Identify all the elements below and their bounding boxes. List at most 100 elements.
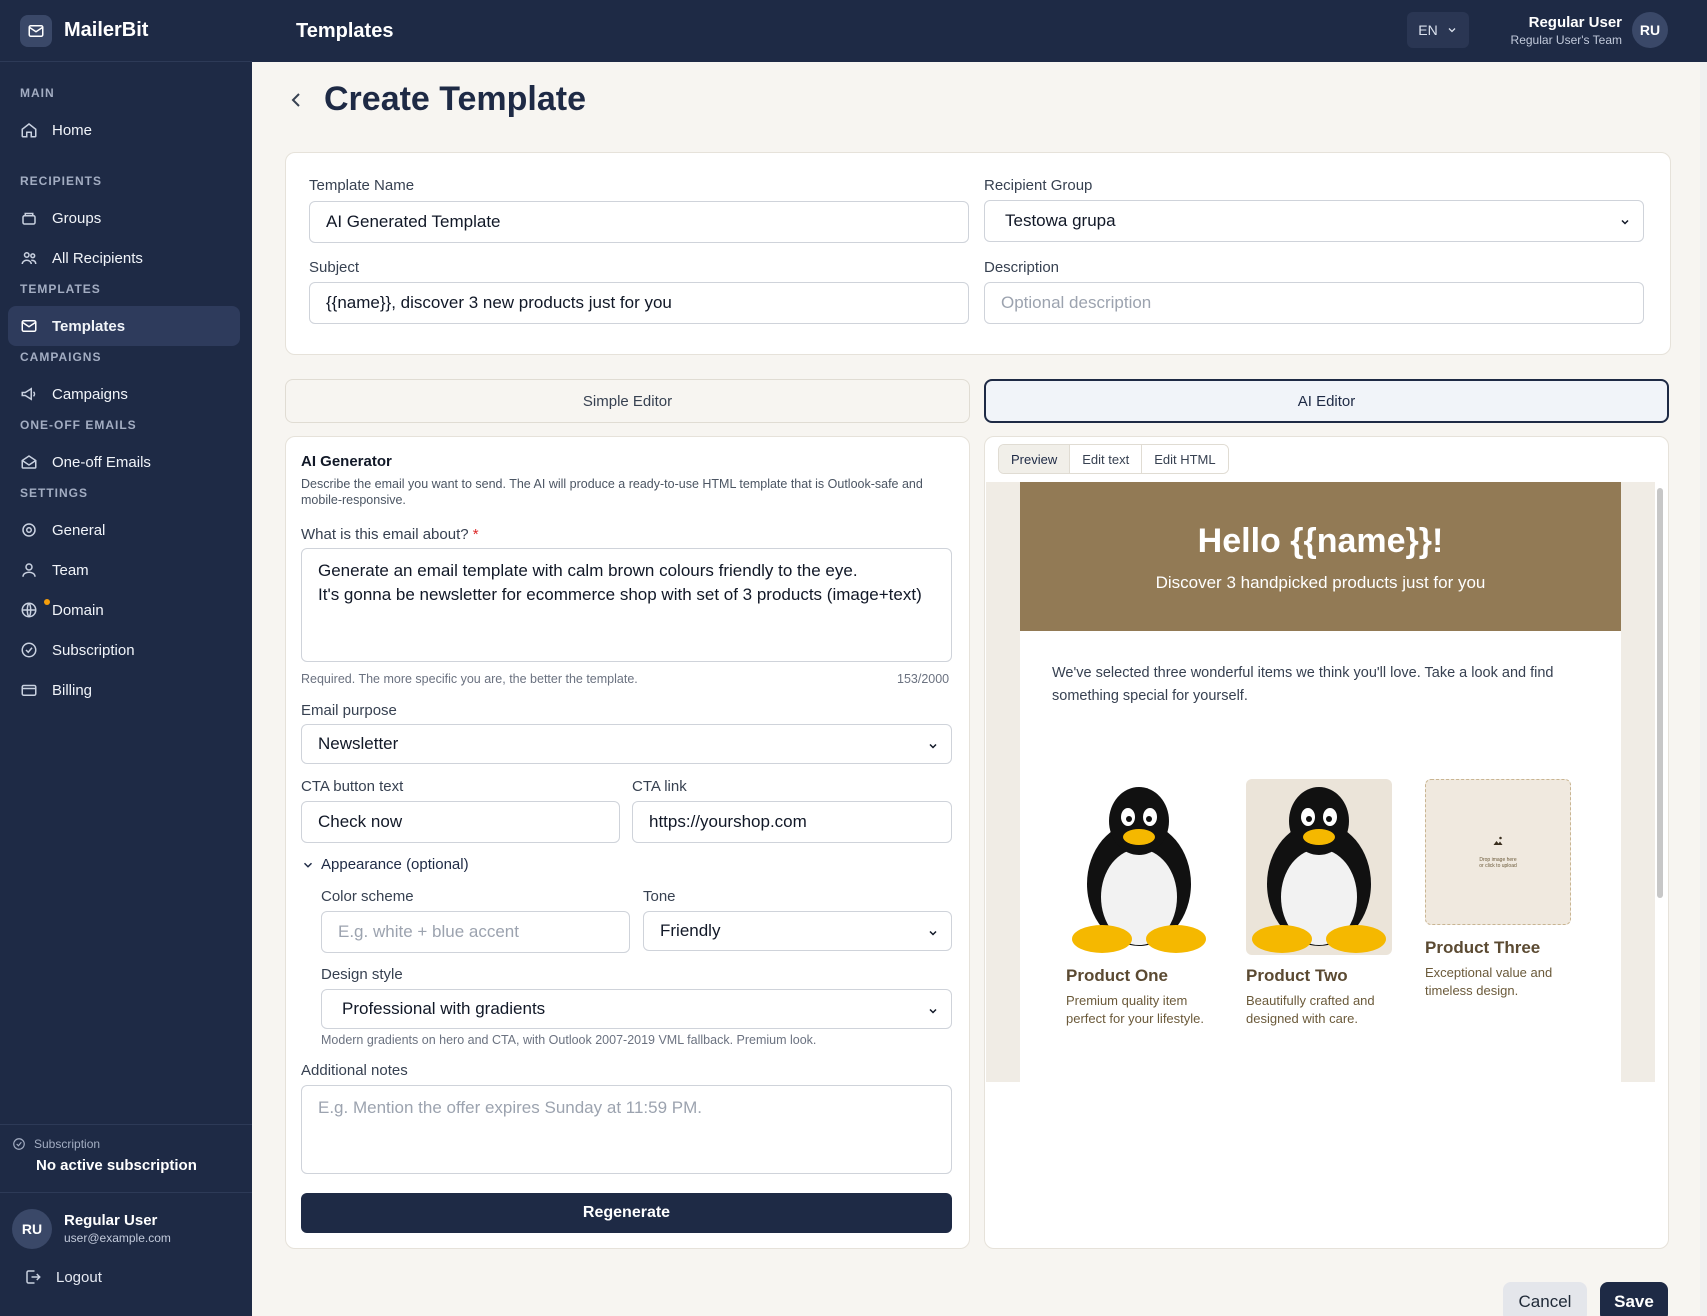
sidebar-item-label: Groups [52, 209, 102, 227]
about-textarea[interactable]: Generate an email template with calm bro… [301, 548, 952, 662]
sidebar-item-team[interactable]: Team [8, 550, 240, 590]
topbar-avatar[interactable]: RU [1632, 12, 1668, 48]
purpose-select[interactable]: Newsletter [301, 724, 952, 764]
sidebar-item-label: Billing [52, 681, 93, 699]
tone-select[interactable]: Friendly [643, 911, 952, 951]
chevron-down-icon [1621, 219, 1629, 225]
mail-open-icon [21, 455, 37, 469]
user-name: Regular User [64, 1212, 158, 1229]
product-name: Product One [1066, 966, 1169, 985]
sidebar-item-label: Subscription [52, 641, 135, 659]
back-button[interactable] [284, 88, 308, 112]
purpose-label: Email purpose [301, 702, 397, 719]
topbar-user-team: Regular User's Team [1510, 33, 1622, 47]
preview-scrollbar[interactable] [1655, 486, 1665, 1082]
avatar: RU [12, 1208, 52, 1249]
template-name-label: Template Name [309, 177, 415, 194]
appearance-toggle[interactable]: Appearance (optional) [301, 856, 469, 873]
chevron-down-icon [929, 743, 937, 749]
email-preview-frame: Hello {{name}}! Discover 3 handpicked pr… [986, 482, 1655, 1082]
gear-icon [22, 523, 36, 537]
check-circle-icon [13, 1138, 25, 1150]
sidebar-user[interactable]: RU Regular User user@example.com [0, 1192, 252, 1264]
cta-link-input[interactable]: https://yourshop.com [632, 801, 952, 843]
topbar-user[interactable]: Regular User Regular User's Team [1490, 14, 1622, 47]
globe-icon [21, 602, 37, 618]
user-icon [22, 563, 36, 577]
about-char-count: 153/2000 [897, 672, 950, 686]
save-button[interactable]: Save [1600, 1282, 1668, 1316]
home-icon [21, 123, 37, 138]
nav-section-templates: TEMPLATES [20, 282, 101, 296]
sidebar-item-domain[interactable]: Domain [8, 590, 240, 630]
chevron-down-icon [929, 1008, 937, 1014]
design-style-label: Design style [321, 966, 403, 983]
sidebar: MailerBit MAIN Home RECIPIENTS Groups Al… [0, 0, 252, 1316]
chevron-down-icon [1448, 28, 1456, 33]
image-dropzone[interactable]: Drop image here or click to upload [1425, 779, 1571, 925]
language-value: EN [1418, 22, 1438, 38]
sidebar-item-label: All Recipients [52, 249, 143, 267]
sidebar-item-label: Templates [52, 317, 126, 335]
appearance-label: Appearance (optional) [321, 856, 469, 873]
cancel-button[interactable]: Cancel [1503, 1282, 1587, 1316]
check-circle-icon [21, 642, 37, 658]
language-selector[interactable]: EN [1407, 12, 1469, 48]
sidebar-item-all-recipients[interactable]: All Recipients [8, 238, 240, 278]
tab-preview[interactable]: Preview [999, 445, 1071, 473]
email-intro: We've selected three wonderful items we … [1052, 665, 1554, 704]
description-label: Description [984, 259, 1060, 276]
purpose-value: Newsletter [318, 734, 399, 753]
product-image[interactable] [1066, 779, 1212, 955]
sidebar-item-home[interactable]: Home [8, 110, 240, 150]
cta-text-input[interactable]: Check now [301, 801, 620, 843]
design-style-help: Modern gradients on hero and CTA, with O… [321, 1033, 817, 1047]
design-style-select[interactable]: Professional with gradients [321, 989, 952, 1029]
recipient-group-value: Testowa grupa [1005, 211, 1116, 230]
subscription-status: Subscription No active subscription [0, 1124, 252, 1192]
about-label: What is this email about? * [301, 526, 479, 543]
mail-icon [21, 320, 37, 332]
sidebar-item-label: General [52, 521, 106, 539]
chevron-left-icon [291, 93, 300, 107]
subject-input[interactable]: {{name}}, discover 3 new products just f… [309, 282, 969, 324]
chevron-down-icon [929, 930, 937, 936]
product-image[interactable] [1246, 779, 1392, 955]
cta-link-label: CTA link [632, 778, 687, 795]
penguin-icon [1072, 787, 1206, 953]
recipient-group-select[interactable]: Testowa grupa [984, 200, 1644, 242]
tone-value: Friendly [660, 921, 721, 940]
sidebar-item-general[interactable]: General [8, 510, 240, 550]
sidebar-item-subscription[interactable]: Subscription [8, 630, 240, 670]
tab-ai-editor[interactable]: AI Editor [984, 379, 1669, 423]
recipient-group-label: Recipient Group [984, 177, 1093, 194]
nav-section-main: MAIN [20, 86, 55, 100]
tab-edit-html[interactable]: Edit HTML [1142, 445, 1228, 473]
product-description: Exceptional value and timeless design. [1425, 965, 1553, 998]
logout-button[interactable]: Logout [24, 1268, 102, 1286]
image-icon [1493, 836, 1503, 845]
page-scrollbar[interactable] [1700, 62, 1707, 1316]
email-body: Hello {{name}}! Discover 3 handpicked pr… [1020, 482, 1621, 1082]
sidebar-item-label: Campaigns [52, 385, 128, 403]
credit-card-icon [21, 684, 37, 696]
template-meta-card [285, 152, 1671, 355]
sidebar-item-campaigns[interactable]: Campaigns [8, 374, 240, 414]
notes-textarea[interactable]: E.g. Mention the offer expires Sunday at… [301, 1085, 952, 1174]
color-scheme-label: Color scheme [321, 888, 414, 905]
tab-edit-text[interactable]: Edit text [1070, 445, 1143, 473]
brand[interactable]: MailerBit [0, 0, 252, 62]
sidebar-item-billing[interactable]: Billing [8, 670, 240, 710]
regenerate-button[interactable]: Regenerate [301, 1193, 952, 1233]
tab-simple-editor[interactable]: Simple Editor [285, 379, 970, 423]
template-name-input[interactable]: AI Generated Template [309, 201, 969, 243]
sidebar-item-oneoff-emails[interactable]: One-off Emails [8, 442, 240, 482]
dropzone-subtext: or click to upload [1479, 863, 1517, 869]
color-scheme-input[interactable]: E.g. white + blue accent [321, 911, 630, 953]
sidebar-item-groups[interactable]: Groups [8, 198, 240, 238]
sidebar-item-templates[interactable]: Templates [8, 306, 240, 346]
user-email: user@example.com [64, 1231, 171, 1245]
megaphone-icon [21, 387, 36, 401]
description-input[interactable]: Optional description [984, 282, 1644, 324]
logout-icon [26, 1270, 41, 1284]
